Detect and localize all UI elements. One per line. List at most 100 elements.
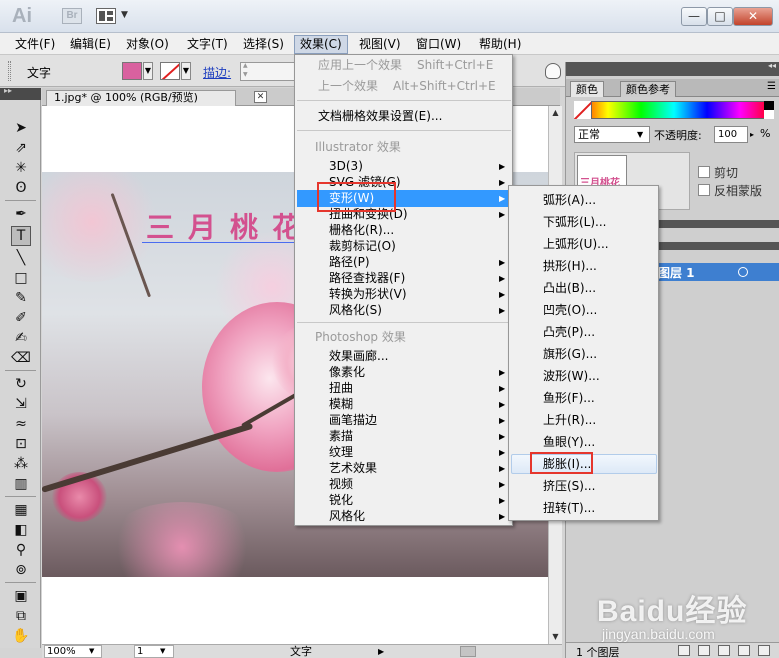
menu-effect[interactable]: 效果(C) bbox=[294, 35, 348, 54]
eraser-tool-icon[interactable]: ⌫ bbox=[11, 348, 31, 368]
chevron-right-icon[interactable]: ▸ bbox=[750, 126, 754, 143]
menu-stylize-photoshop[interactable]: 风格化 ▶ bbox=[297, 508, 511, 525]
lasso-tool-icon[interactable]: ʘ bbox=[11, 178, 31, 198]
chevron-down-icon[interactable]: ▼ bbox=[637, 126, 643, 143]
menu-sharpen[interactable]: 锐化 ▶ bbox=[297, 492, 511, 509]
pen-tool-icon[interactable]: ✒ bbox=[11, 204, 31, 224]
warp-shell-upper[interactable]: 凸壳(P)... bbox=[511, 324, 657, 341]
direct-selection-tool-icon[interactable]: ⇗ bbox=[11, 138, 31, 158]
menu-video[interactable]: 视频 ▶ bbox=[297, 476, 511, 493]
color-spectrum-ramp[interactable] bbox=[574, 101, 774, 119]
warp-fisheye[interactable]: 鱼眼(Y)... bbox=[511, 434, 657, 451]
warp-tool-icon[interactable]: ≈ bbox=[11, 414, 31, 434]
menu-rasterize[interactable]: 栅格化(R)... bbox=[297, 222, 511, 239]
chevron-down-icon[interactable]: ▼ bbox=[160, 645, 165, 657]
warp-squeeze[interactable]: 挤压(S)... bbox=[511, 478, 657, 495]
scroll-down-icon[interactable]: ▼ bbox=[549, 630, 562, 644]
paintbrush-tool-icon[interactable]: ✎ bbox=[11, 288, 31, 308]
menu-path[interactable]: 路径(P) ▶ bbox=[297, 254, 511, 271]
panel-grip[interactable] bbox=[8, 61, 11, 81]
document-close-icon[interactable]: ✕ bbox=[254, 91, 267, 103]
warp-arch[interactable]: 拱形(H)... bbox=[511, 258, 657, 275]
opacity-input[interactable]: 100 bbox=[714, 126, 748, 143]
column-graph-tool-icon[interactable]: ▥ bbox=[11, 474, 31, 494]
menu-convert-to-shape[interactable]: 转换为形状(V) ▶ bbox=[297, 286, 511, 303]
artboard-select[interactable]: 1 bbox=[134, 645, 174, 658]
type-tool-icon[interactable]: T bbox=[11, 226, 31, 246]
live-paint-tool-icon[interactable]: ▣ bbox=[11, 586, 31, 606]
warp-arc-lower[interactable]: 下弧形(L)... bbox=[511, 214, 657, 231]
menu-raster-effects-settings[interactable]: 文档栅格效果设置(E)... bbox=[297, 108, 511, 125]
menu-stylize-illustrator[interactable]: 风格化(S) ▶ bbox=[297, 302, 511, 319]
warp-bulge[interactable]: 凸出(B)... bbox=[511, 280, 657, 297]
menu-effect-gallery[interactable]: 效果画廊... bbox=[297, 348, 511, 365]
menu-apply-last-effect[interactable]: 应用上一个效果 Shift+Ctrl+E bbox=[297, 57, 511, 74]
rectangle-tool-icon[interactable]: □ bbox=[11, 268, 31, 288]
warp-wave[interactable]: 波形(W)... bbox=[511, 368, 657, 385]
menu-select[interactable]: 选择(S) bbox=[238, 35, 289, 54]
stroke-label[interactable]: 描边: bbox=[203, 64, 231, 81]
menu-pathfinder[interactable]: 路径查找器(F) ▶ bbox=[297, 270, 511, 287]
eyedropper-tool-icon[interactable]: ⚲ bbox=[11, 540, 31, 560]
magic-wand-tool-icon[interactable]: ✳ bbox=[11, 158, 31, 178]
stroke-color-swatch[interactable] bbox=[160, 62, 180, 80]
blob-brush-tool-icon[interactable]: ✍ bbox=[11, 328, 31, 348]
warp-arc[interactable]: 弧形(A)... bbox=[511, 192, 657, 209]
warp-rise[interactable]: 上升(R)... bbox=[511, 412, 657, 429]
menu-blur[interactable]: 模糊 ▶ bbox=[297, 396, 511, 413]
menu-texture[interactable]: 纹理 ▶ bbox=[297, 444, 511, 461]
chevron-down-icon[interactable]: ▼ bbox=[89, 645, 94, 657]
warp-arc-upper[interactable]: 上弧形(U)... bbox=[511, 236, 657, 253]
delete-layer-icon[interactable] bbox=[758, 645, 770, 656]
blend-tool-icon[interactable]: ⊚ bbox=[11, 560, 31, 580]
warp-twist[interactable]: 扭转(T)... bbox=[511, 500, 657, 517]
menu-brush-strokes[interactable]: 画笔描边 ▶ bbox=[297, 412, 511, 429]
slice-tool-icon[interactable]: ⧉ bbox=[11, 606, 31, 626]
rotate-tool-icon[interactable]: ↻ bbox=[11, 374, 31, 394]
menu-distort[interactable]: 扭曲 ▶ bbox=[297, 380, 511, 397]
tools-panel-header[interactable] bbox=[0, 86, 41, 100]
free-transform-tool-icon[interactable]: ⊡ bbox=[11, 434, 31, 454]
menu-object[interactable]: 对象(O) bbox=[121, 35, 174, 54]
panel-menu-icon[interactable]: ☰ bbox=[767, 81, 776, 92]
fill-dropdown-icon[interactable]: ▼ bbox=[143, 62, 153, 80]
black-swatch[interactable] bbox=[764, 101, 774, 110]
document-tab[interactable]: 1.jpg* @ 100% (RGB/预览) bbox=[46, 90, 236, 106]
warp-flag[interactable]: 旗形(G)... bbox=[511, 346, 657, 363]
menu-artistic[interactable]: 艺术效果 ▶ bbox=[297, 460, 511, 477]
tab-color[interactable]: 颜色 bbox=[570, 81, 604, 97]
close-button[interactable]: ✕ bbox=[733, 7, 773, 26]
menu-3d[interactable]: 3D(3) ▶ bbox=[297, 158, 511, 175]
symbol-sprayer-tool-icon[interactable]: ⁂ bbox=[11, 454, 31, 474]
menu-last-effect[interactable]: 上一个效果 Alt+Shift+Ctrl+E bbox=[297, 78, 511, 95]
bridge-button[interactable]: Br bbox=[62, 8, 82, 24]
locate-object-icon[interactable] bbox=[678, 645, 690, 656]
warp-fish[interactable]: 鱼形(F)... bbox=[511, 390, 657, 407]
maximize-button[interactable]: □ bbox=[707, 7, 733, 26]
layer-target-icon[interactable] bbox=[738, 267, 748, 277]
menu-view[interactable]: 视图(V) bbox=[354, 35, 406, 54]
gradient-tool-icon[interactable]: ◧ bbox=[11, 520, 31, 540]
chevron-right-icon[interactable]: ▶ bbox=[378, 645, 384, 658]
clip-checkbox[interactable] bbox=[698, 166, 710, 178]
menu-file[interactable]: 文件(F) bbox=[10, 35, 60, 54]
make-clipping-mask-icon[interactable] bbox=[698, 645, 710, 656]
scroll-up-icon[interactable]: ▲ bbox=[549, 106, 562, 120]
stroke-weight-stepper[interactable] bbox=[240, 62, 296, 81]
menu-type[interactable]: 文字(T) bbox=[182, 35, 233, 54]
white-swatch[interactable] bbox=[764, 110, 774, 119]
horizontal-scroll-thumb[interactable] bbox=[460, 646, 476, 657]
selection-tool-icon[interactable]: ➤ bbox=[11, 118, 31, 138]
pencil-tool-icon[interactable]: ✐ bbox=[11, 308, 31, 328]
menu-help[interactable]: 帮助(H) bbox=[474, 35, 526, 54]
invert-mask-checkbox[interactable] bbox=[698, 184, 710, 196]
menu-edit[interactable]: 编辑(E) bbox=[65, 35, 116, 54]
menu-window[interactable]: 窗口(W) bbox=[411, 35, 466, 54]
hand-tool-icon[interactable]: ✋ bbox=[11, 626, 31, 646]
stroke-dropdown-icon[interactable]: ▼ bbox=[181, 62, 191, 80]
mesh-tool-icon[interactable]: ▦ bbox=[11, 500, 31, 520]
none-color-swatch[interactable] bbox=[574, 101, 592, 119]
fill-color-swatch[interactable] bbox=[122, 62, 142, 80]
scale-tool-icon[interactable]: ⇲ bbox=[11, 394, 31, 414]
status-tool-label[interactable]: 文字 bbox=[290, 645, 312, 658]
